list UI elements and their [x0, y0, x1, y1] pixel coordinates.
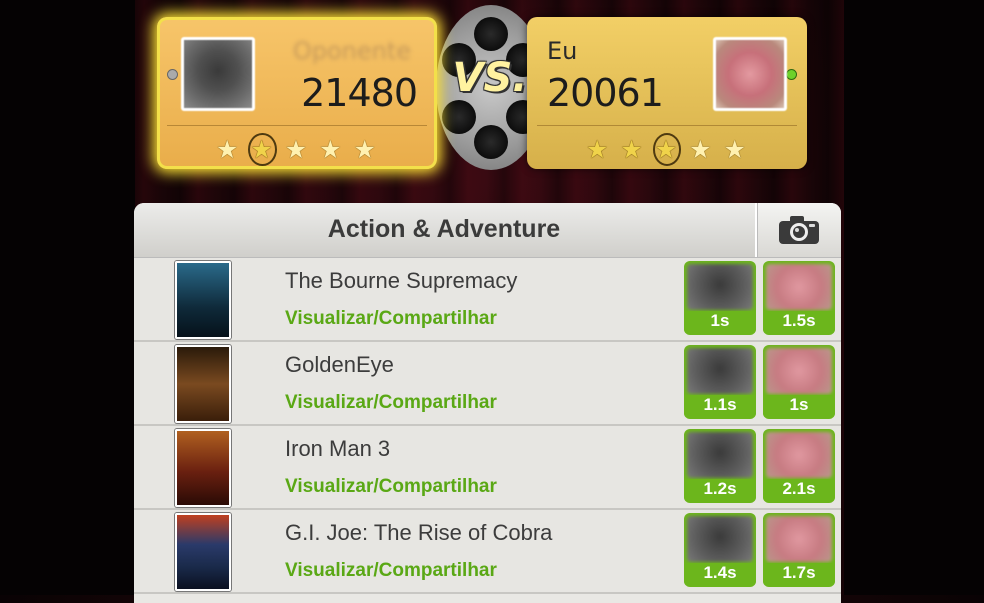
star-icon: ★	[319, 135, 344, 164]
left-border	[0, 0, 135, 595]
opponent-avatar	[181, 37, 255, 111]
movie-row: G.I. Joe: The Rise of Cobra Visualizar/C…	[134, 510, 841, 594]
my-time: 2.1s	[763, 479, 835, 501]
screenshot-button[interactable]	[755, 203, 841, 257]
star-icon: ★	[689, 135, 714, 164]
opponent-time: 1s	[684, 311, 756, 333]
share-link[interactable]: Visualizar/Compartilhar	[285, 476, 497, 498]
my-time-tile: 2.1s	[763, 429, 835, 503]
opponent-score: 21480	[301, 71, 418, 115]
my-time-tile: 1s	[763, 345, 835, 419]
camera-icon	[779, 216, 819, 244]
movie-poster[interactable]	[175, 513, 231, 591]
star-icon: ★	[654, 135, 680, 164]
share-link[interactable]: Visualizar/Compartilhar	[285, 560, 497, 582]
category-title: Action & Adventure	[327, 215, 561, 243]
my-stars: ★ ★ ★ ★ ★	[527, 135, 807, 164]
panel-header: Action & Adventure	[134, 203, 841, 258]
opponent-card[interactable]: Oponente 21480 ★ ★ ★ ★ ★	[157, 17, 437, 169]
movie-row: Iron Man 3 Visualizar/Compartilhar 1.2s …	[134, 426, 841, 510]
opponent-time: 1.4s	[684, 563, 756, 585]
movie-poster[interactable]	[175, 261, 231, 339]
card-divider	[167, 125, 427, 126]
opponent-time-tile: 1.1s	[684, 345, 756, 419]
opponent-stars: ★ ★ ★ ★ ★	[157, 135, 437, 164]
movie-poster[interactable]	[175, 429, 231, 507]
my-card[interactable]: Eu 20061 ★ ★ ★ ★ ★	[527, 17, 807, 169]
my-score: 20061	[547, 71, 664, 115]
movie-title: GoldenEye	[285, 352, 394, 377]
movie-title: The Bourne Supremacy	[285, 268, 518, 293]
offline-status-dot	[167, 69, 178, 80]
online-status-dot	[786, 69, 797, 80]
movie-row: GoldenEye Visualizar/Compartilhar 1.1s 1…	[134, 342, 841, 426]
movie-title: G.I. Joe: The Rise of Cobra	[285, 520, 553, 545]
my-time: 1.5s	[763, 311, 835, 333]
star-icon: ★	[620, 135, 645, 164]
versus-label: VS.	[452, 55, 528, 101]
my-avatar	[713, 37, 787, 111]
my-time-tile: 1.5s	[763, 261, 835, 335]
star-icon: ★	[284, 135, 310, 164]
star-icon: ★	[353, 135, 378, 164]
my-time-tile: 1.7s	[763, 513, 835, 587]
star-icon: ★	[723, 135, 748, 164]
my-name: Eu	[547, 37, 578, 65]
opponent-time-tile: 1s	[684, 261, 756, 335]
my-time: 1.7s	[763, 563, 835, 585]
opponent-time: 1.2s	[684, 479, 756, 501]
star-icon: ★	[216, 135, 241, 164]
card-divider	[537, 125, 797, 126]
my-time: 1s	[763, 395, 835, 417]
movie-title: Iron Man 3	[285, 436, 391, 461]
right-border	[844, 0, 984, 595]
share-link[interactable]: Visualizar/Compartilhar	[285, 308, 497, 330]
star-icon: ★	[250, 135, 275, 164]
opponent-time-tile: 1.4s	[684, 513, 756, 587]
share-link[interactable]: Visualizar/Compartilhar	[285, 392, 497, 414]
movie-poster[interactable]	[175, 345, 231, 423]
opponent-time: 1.1s	[684, 395, 756, 417]
movie-row: The Bourne Supremacy Visualizar/Comparti…	[134, 258, 841, 342]
opponent-time-tile: 1.2s	[684, 429, 756, 503]
results-panel: Action & Adventure The Bourne Supremacy …	[134, 203, 841, 603]
star-icon: ★	[586, 135, 611, 164]
opponent-name: Oponente	[292, 37, 411, 65]
